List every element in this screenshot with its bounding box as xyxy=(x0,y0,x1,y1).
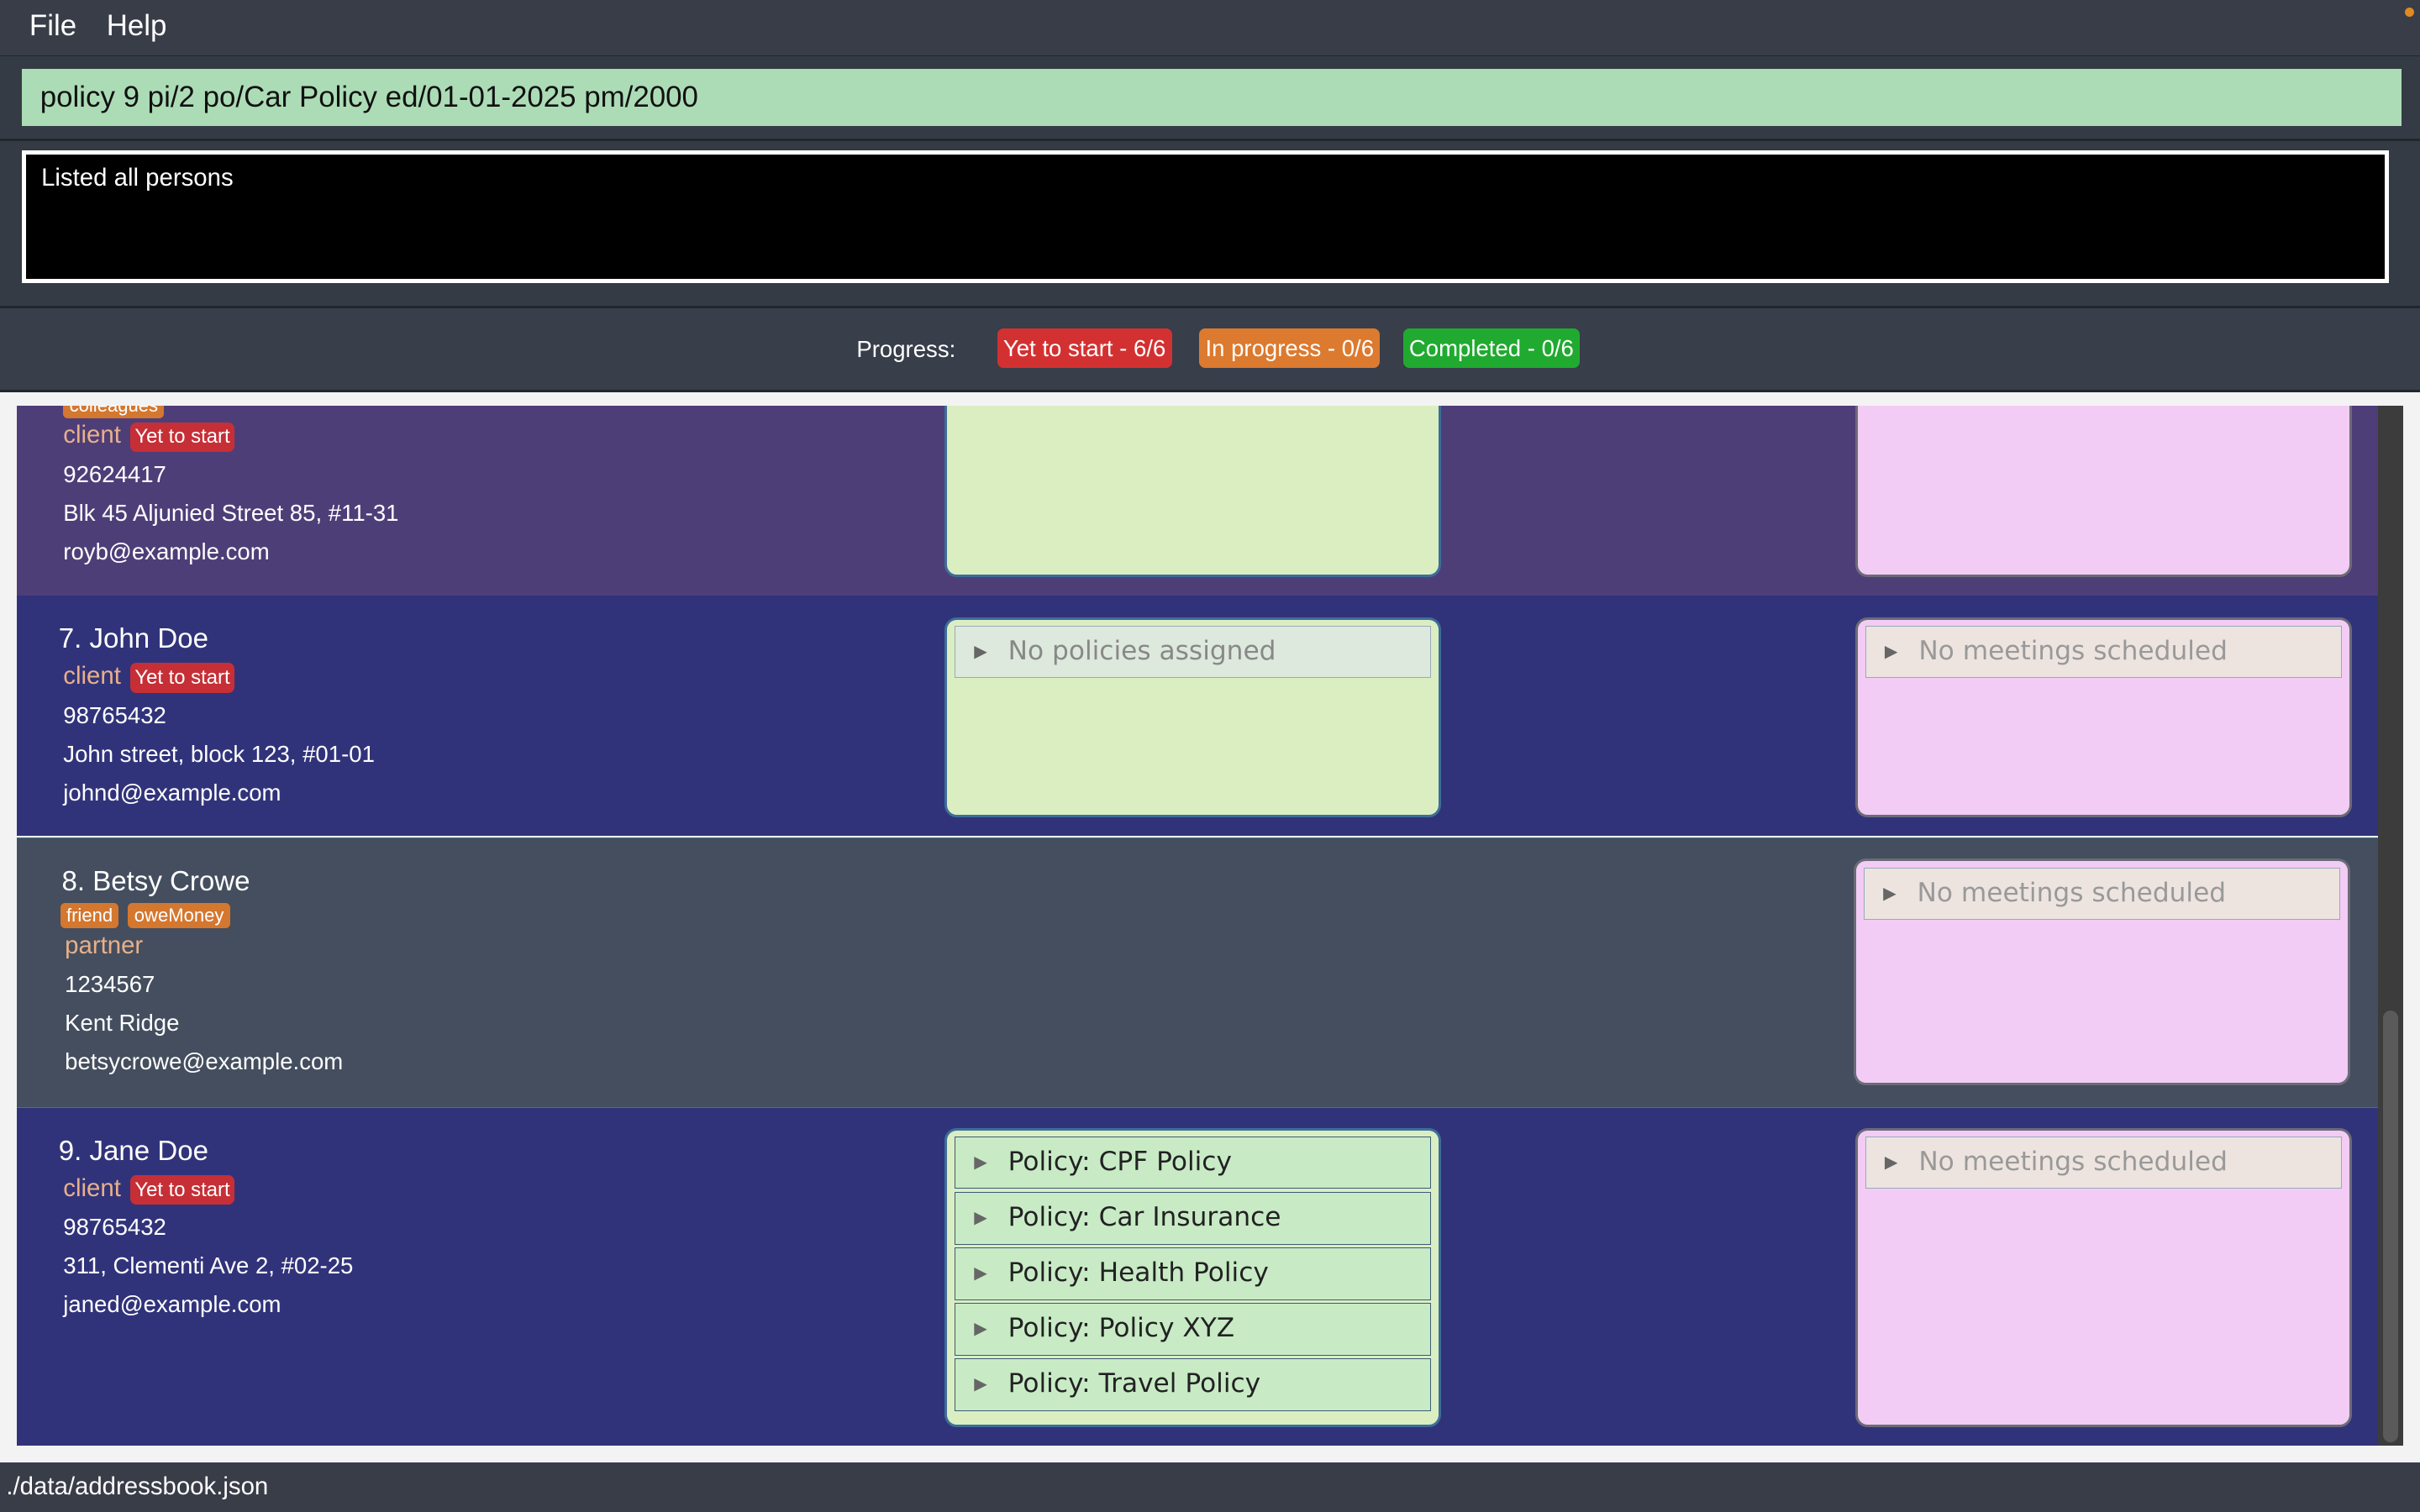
menu-bar: File Help xyxy=(0,0,2420,56)
no-meetings-label: No meetings scheduled xyxy=(1918,1146,2228,1177)
address: John street, block 123, #01-01 xyxy=(63,740,375,767)
progress-label: Progress: xyxy=(856,335,956,362)
in-progress-badge: In progress - 0/6 xyxy=(1199,328,1381,369)
expand-arrow-icon: ▶ xyxy=(974,1263,987,1284)
scrollbar-thumb[interactable] xyxy=(2382,1011,2399,1443)
progress-bar: Progress: Yet to start - 6/6 In progress… xyxy=(0,305,2420,392)
meeting-panel: ▶ No meetings scheduled xyxy=(1854,1127,2353,1427)
policy-panel xyxy=(944,406,1442,577)
no-meetings-item[interactable]: ▶ No meetings scheduled xyxy=(1864,867,2341,920)
no-policies-label: No policies assigned xyxy=(1007,636,1276,666)
role: client xyxy=(63,421,121,449)
phone: 92624417 xyxy=(63,461,166,488)
person-name: 9. Jane Doe xyxy=(58,1135,208,1167)
menu-help[interactable]: Help xyxy=(107,9,167,43)
policy-label: Policy: CPF Policy xyxy=(1007,1146,1232,1177)
no-meetings-label: No meetings scheduled xyxy=(1918,636,2228,666)
expand-arrow-icon: ▶ xyxy=(974,1207,987,1228)
email: johnd@example.com xyxy=(63,779,281,806)
result-display-area: Listed all persons xyxy=(0,139,2420,308)
command-input[interactable] xyxy=(21,68,2402,126)
policy-label: Policy: Health Policy xyxy=(1007,1257,1269,1289)
role: client xyxy=(63,1173,121,1202)
person-list[interactable]: colleagues client Yet to start 92624417 B… xyxy=(17,406,2379,1446)
policy-panel: ▶ No policies assigned xyxy=(944,617,1442,818)
email: janed@example.com xyxy=(63,1291,281,1318)
person-card[interactable]: colleagues client Yet to start 92624417 B… xyxy=(17,406,2379,596)
meeting-panel: ▶ No meetings scheduled xyxy=(1853,858,2351,1086)
person-card[interactable]: 9. Jane Doe client Yet to start 98765432 … xyxy=(17,1107,2379,1446)
expand-arrow-icon: ▶ xyxy=(1884,641,1898,661)
yet-to-start-badge: Yet to start - 6/6 xyxy=(997,328,1172,369)
status-bar: ./data/addressbook.json xyxy=(0,1462,2420,1512)
policy-item[interactable]: ▶ Policy: Travel Policy xyxy=(955,1358,1432,1411)
tag: oweMoney xyxy=(128,902,230,928)
email: betsycrowe@example.com xyxy=(65,1048,344,1075)
menu-file[interactable]: File xyxy=(29,9,76,43)
policy-item[interactable]: ▶ Policy: Car Insurance xyxy=(955,1192,1432,1245)
no-meetings-item[interactable]: ▶ No meetings scheduled xyxy=(1865,626,2342,679)
status-badge: Yet to start xyxy=(129,663,235,693)
tag: friend xyxy=(60,902,119,928)
policy-item[interactable]: ▶ Policy: Policy XYZ xyxy=(955,1303,1432,1356)
result-display: Listed all persons xyxy=(21,150,2390,284)
address: Blk 45 Aljunied Street 85, #11-31 xyxy=(63,500,399,527)
expand-arrow-icon: ▶ xyxy=(974,641,987,661)
meeting-panel: ▶ No meetings scheduled xyxy=(1854,617,2353,818)
status-badge: Yet to start xyxy=(129,1175,235,1205)
phone: 98765432 xyxy=(63,1214,166,1241)
email: royb@example.com xyxy=(63,538,270,565)
policy-item[interactable]: ▶ Policy: CPF Policy xyxy=(955,1136,1432,1189)
status-badge: Yet to start xyxy=(129,422,235,453)
policy-panel: ▶ Policy: CPF Policy ▶ Policy: Car Insuran… xyxy=(944,1127,1442,1427)
meeting-panel xyxy=(1854,406,2353,577)
phone: 98765432 xyxy=(63,701,166,728)
completed-badge: Completed - 0/6 xyxy=(1402,328,1581,369)
policy-item[interactable]: ▶ Policy: Health Policy xyxy=(955,1247,1432,1300)
address: 311, Clementi Ave 2, #02-25 xyxy=(63,1252,354,1279)
person-card[interactable]: 7. John Doe client Yet to start 98765432 … xyxy=(17,595,2379,837)
no-policies-item[interactable]: ▶ No policies assigned xyxy=(955,626,1432,679)
no-meetings-item[interactable]: ▶ No meetings scheduled xyxy=(1865,1136,2342,1189)
expand-arrow-icon: ▶ xyxy=(974,1318,987,1339)
expand-arrow-icon: ▶ xyxy=(974,1151,987,1172)
address: Kent Ridge xyxy=(65,1010,180,1037)
policy-label: Policy: Policy XYZ xyxy=(1007,1313,1235,1344)
role: partner xyxy=(65,931,144,959)
policy-label: Policy: Car Insurance xyxy=(1007,1202,1281,1233)
person-card-selected[interactable]: 8. Betsy Crowe friend oweMoney partner 12… xyxy=(17,837,2379,1108)
expand-arrow-icon: ▶ xyxy=(1883,882,1897,903)
expand-arrow-icon: ▶ xyxy=(974,1373,987,1394)
role: client xyxy=(63,661,121,690)
expand-arrow-icon: ▶ xyxy=(1884,1151,1898,1172)
list-scrollbar[interactable] xyxy=(2378,406,2403,1446)
notification-dot xyxy=(2404,8,2414,18)
policy-label: Policy: Travel Policy xyxy=(1007,1368,1261,1399)
person-name: 7. John Doe xyxy=(58,623,208,654)
tag: colleagues xyxy=(63,406,165,418)
phone: 1234567 xyxy=(65,971,155,998)
command-box xyxy=(0,55,2420,140)
person-name: 8. Betsy Crowe xyxy=(61,866,250,898)
no-meetings-label: No meetings scheduled xyxy=(1917,877,2227,908)
